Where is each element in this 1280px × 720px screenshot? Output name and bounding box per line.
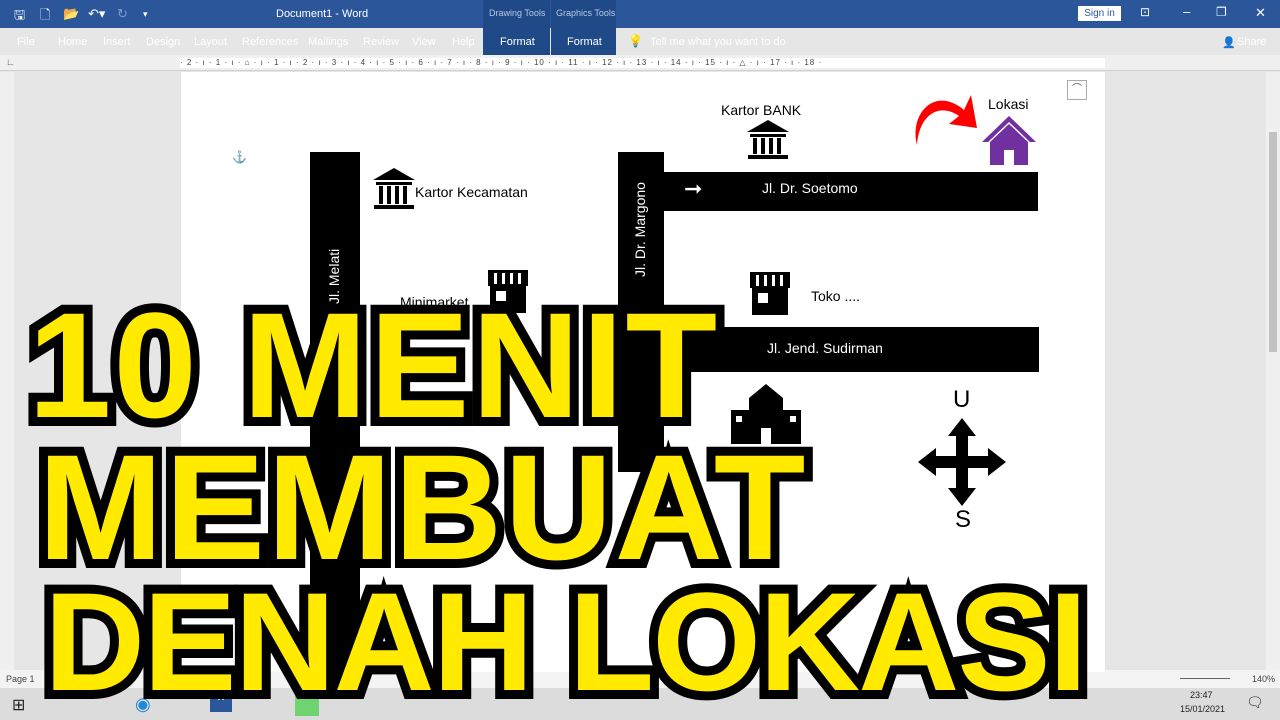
ribbon-display-options-icon[interactable]: ⊡ (1140, 5, 1150, 19)
tab-selector-icon[interactable]: ∟ (6, 57, 15, 67)
layout-options-icon[interactable]: ⌒ (1067, 80, 1087, 100)
tab-layout[interactable]: Layout (194, 36, 227, 48)
open-folder-icon[interactable]: 📂 (63, 6, 79, 22)
ruler-scale: · 2 · ı · 1 · ı · ⌂ · ı · 1 · ı · 2 · ı … (180, 58, 1105, 68)
tab-file[interactable]: File (17, 36, 35, 48)
tab-mailings[interactable]: Mailings (308, 36, 348, 48)
tab-help[interactable]: Help (452, 36, 475, 48)
label-lokasi: Lokasi (988, 96, 1029, 112)
label-toko: Toko .... (811, 288, 861, 304)
window-title: Document1 - Word (276, 8, 369, 20)
road-label-soetomo: Jl. Dr. Soetomo (762, 180, 858, 196)
road-label-margono: Jl. Dr. Margono (632, 182, 648, 277)
house-icon (982, 116, 1036, 165)
customize-toolbar-icon[interactable]: ▾ (143, 9, 148, 20)
label-kantor-kecamatan: Kartor Kecamatan (415, 184, 528, 200)
tab-design[interactable]: Design (146, 36, 180, 48)
share-button[interactable]: Share (1237, 36, 1266, 48)
redo-icon[interactable]: ↻ (117, 6, 128, 22)
ribbon-tabs: File Home Insert Design Layout Reference… (0, 28, 1280, 55)
bank-icon (747, 120, 789, 159)
anchor-icon: ⚓ (232, 150, 247, 164)
clock-date[interactable]: 15/01/2021 (1180, 704, 1225, 714)
tell-me-search[interactable]: Tell me what you want to do (650, 36, 786, 48)
horizontal-ruler[interactable]: ∟ · 2 · ı · 1 · ı · ⌂ · ı · 1 · ı · 2 · … (0, 55, 1280, 71)
overlay-title-line3: DENAH LOKASI (35, 563, 1097, 720)
road-label-sudirman: Jl. Jend. Sudirman (767, 340, 883, 356)
bank-icon (373, 168, 415, 209)
notification-icon[interactable]: 🗨 (1246, 694, 1264, 711)
scrollbar-thumb[interactable] (1269, 132, 1277, 352)
page-indicator[interactable]: Page 1 (6, 674, 35, 684)
compass-north-label: U (953, 386, 971, 413)
tab-review[interactable]: Review (363, 36, 399, 48)
sign-in-button[interactable]: Sign in (1078, 6, 1121, 21)
direction-arrow-icon: ➞ (684, 176, 703, 201)
tab-graphics-format[interactable]: Format (567, 36, 602, 48)
minimize-icon[interactable]: – (1183, 4, 1190, 19)
tab-drawing-format[interactable]: Format (500, 36, 535, 48)
zoom-level[interactable]: 140% (1252, 674, 1275, 684)
tab-view[interactable]: View (412, 36, 436, 48)
windows-start-icon[interactable]: ⊞ (12, 695, 25, 715)
undo-icon[interactable]: ↶▾ (88, 6, 105, 22)
tab-references[interactable]: References (242, 36, 298, 48)
overlay-title-line1: 10 MENIT (19, 281, 726, 449)
overlay-title-line2: MEMBUAT (29, 423, 814, 591)
share-icon[interactable]: 👤 (1222, 36, 1236, 49)
curved-arrow-icon (915, 95, 977, 145)
restore-icon[interactable]: ❐ (1216, 5, 1227, 19)
save-icon[interactable]: 🖫 (14, 6, 25, 28)
store-icon (750, 272, 790, 315)
lightbulb-icon: 💡 (628, 34, 643, 48)
compass-arrows-icon (918, 418, 1006, 506)
new-document-icon[interactable]: 🗋 (40, 6, 50, 28)
vertical-ruler[interactable] (0, 72, 14, 670)
zoom-slider[interactable] (1180, 678, 1230, 679)
close-icon[interactable]: ✕ (1255, 5, 1266, 21)
compass-south-label: S (955, 506, 972, 533)
tab-home[interactable]: Home (58, 36, 87, 48)
vertical-scrollbar[interactable] (1266, 72, 1280, 670)
tab-insert[interactable]: Insert (103, 36, 131, 48)
clock-time[interactable]: 23:47 (1190, 690, 1213, 700)
label-kantor-bank: Kartor BANK (721, 102, 802, 118)
